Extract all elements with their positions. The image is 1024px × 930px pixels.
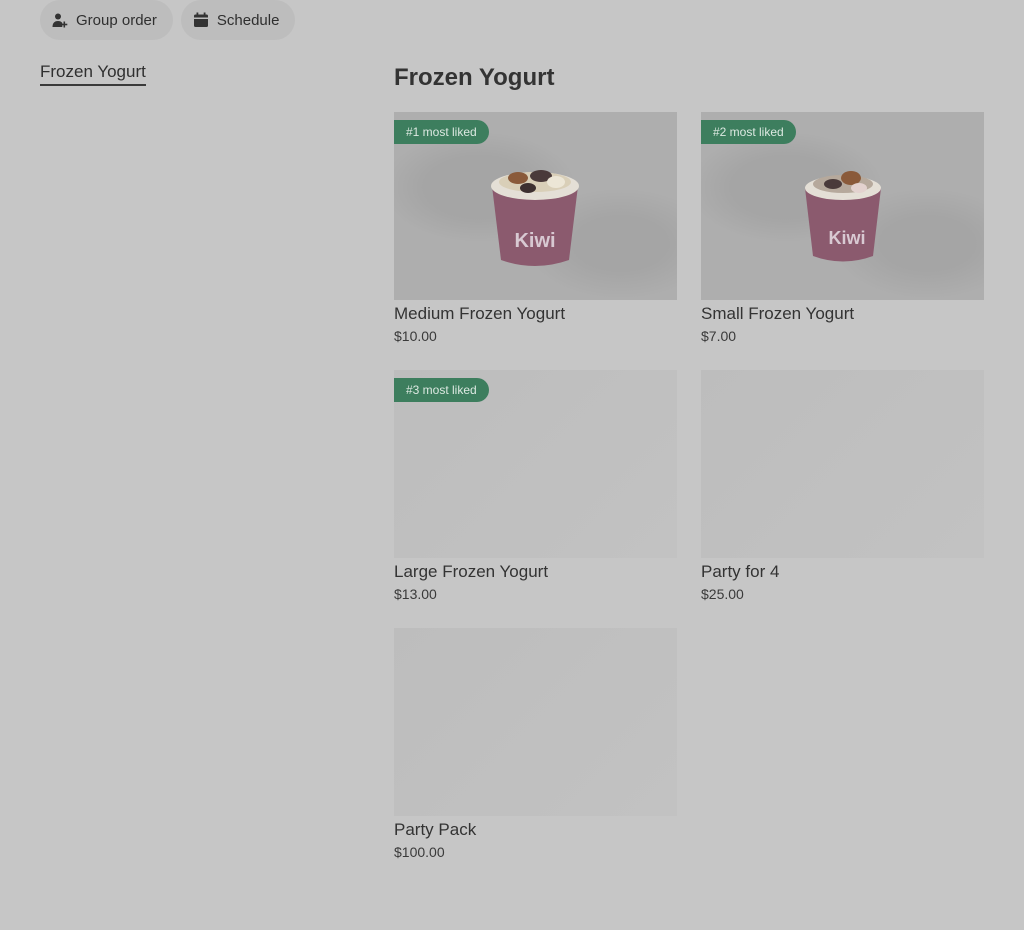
menu-item-card[interactable]: Kiwi #2 most liked Small Frozen Yogurt $… bbox=[701, 112, 984, 344]
calendar-icon bbox=[193, 12, 209, 28]
item-name: Large Frozen Yogurt bbox=[394, 562, 549, 581]
popularity-badge: #3 most liked bbox=[394, 378, 489, 402]
item-price: $10.00 bbox=[394, 328, 437, 344]
item-name: Party Pack bbox=[394, 820, 477, 839]
section-title: Frozen Yogurt bbox=[394, 64, 555, 91]
logo-text: Kiwi bbox=[828, 228, 865, 248]
item-name: Small Frozen Yogurt bbox=[701, 304, 855, 323]
schedule-button[interactable]: Schedule bbox=[180, 0, 296, 40]
item-name: Party for 4 bbox=[701, 562, 780, 581]
item-photo: Kiwi #1 most liked bbox=[394, 112, 677, 300]
item-photo-placeholder bbox=[701, 370, 984, 558]
group-order-label: Group order bbox=[76, 11, 157, 29]
item-price: $25.00 bbox=[701, 586, 744, 602]
sidebar-item-frozen-yogurt[interactable]: Frozen Yogurt bbox=[40, 62, 146, 86]
item-price: $7.00 bbox=[701, 328, 737, 344]
menu-item-card[interactable]: Party for 4 $25.00 bbox=[701, 370, 984, 602]
item-name: Medium Frozen Yogurt bbox=[394, 304, 566, 323]
schedule-label: Schedule bbox=[216, 11, 280, 29]
person-add-icon bbox=[52, 12, 68, 28]
item-photo: Kiwi #2 most liked bbox=[701, 112, 984, 300]
menu-item-card[interactable]: Kiwi #1 most liked Medium Frozen Yogurt … bbox=[394, 112, 677, 344]
popularity-badge: #1 most liked bbox=[394, 120, 489, 144]
item-price: $13.00 bbox=[394, 586, 437, 602]
item-photo-placeholder bbox=[394, 628, 677, 816]
group-order-button[interactable]: Group order bbox=[40, 0, 173, 40]
top-actions: Group order Schedule bbox=[40, 0, 296, 40]
popularity-badge: #2 most liked bbox=[701, 120, 796, 144]
menu-item-card[interactable]: Party Pack $100.00 bbox=[394, 628, 677, 860]
item-photo-placeholder: #3 most liked bbox=[394, 370, 677, 558]
menu-item-card[interactable]: #3 most liked Large Frozen Yogurt $13.00 bbox=[394, 370, 677, 602]
logo-text: Kiwi bbox=[514, 230, 555, 252]
item-price: $100.00 bbox=[394, 844, 445, 860]
category-nav: Frozen Yogurt bbox=[40, 62, 146, 86]
